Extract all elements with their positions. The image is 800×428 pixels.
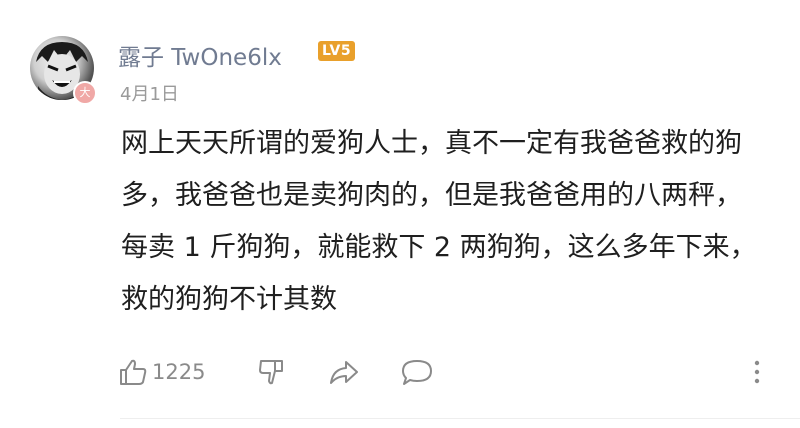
avatar-container[interactable]: 大 bbox=[30, 36, 97, 105]
action-bar: 1225 bbox=[118, 352, 778, 392]
thumbs-down-icon bbox=[259, 360, 283, 385]
vip-badge: 大 bbox=[73, 81, 97, 105]
level-badge: LV5 bbox=[318, 41, 356, 61]
like-count: 1225 bbox=[152, 360, 206, 384]
comment-icon bbox=[402, 360, 432, 385]
like-button[interactable]: 1225 bbox=[118, 352, 205, 392]
more-icon bbox=[754, 360, 760, 384]
comment-text: 网上天天所谓的爱狗人士，真不一定有我爸爸救的狗多，我爸爸也是卖狗肉的，但是我爸爸… bbox=[121, 128, 757, 315]
divider bbox=[120, 418, 800, 419]
share-button[interactable] bbox=[328, 352, 360, 392]
comment-date: 4月1日 bbox=[120, 84, 179, 105]
thumbs-up-icon bbox=[120, 359, 147, 385]
more-button[interactable] bbox=[752, 352, 762, 392]
share-icon bbox=[330, 361, 358, 384]
username[interactable]: 露子 TwOne6lx bbox=[118, 38, 282, 72]
dislike-button[interactable] bbox=[256, 352, 286, 392]
reply-button[interactable] bbox=[400, 352, 434, 392]
